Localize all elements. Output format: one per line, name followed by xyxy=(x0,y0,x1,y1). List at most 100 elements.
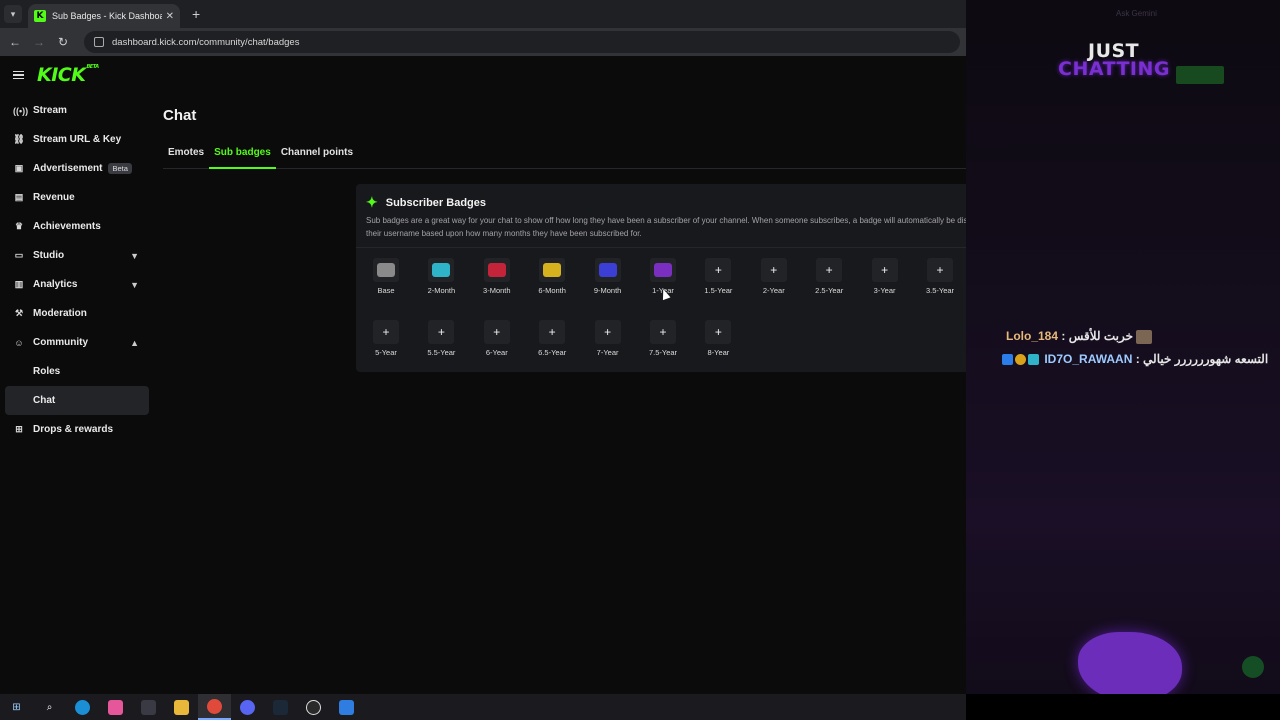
add-badge-icon: + xyxy=(428,320,455,344)
gift-icon: ⊞ xyxy=(15,424,23,434)
overlay-green-box xyxy=(1176,66,1224,84)
badge-slot[interactable]: +5-Year xyxy=(366,320,406,357)
sidebar-item-label: Community xyxy=(33,337,88,348)
site-info-icon[interactable] xyxy=(94,37,104,47)
sidebar-item-roles[interactable]: Roles xyxy=(5,357,149,386)
badge-slot[interactable]: Base xyxy=(366,258,406,295)
sidebar-item-stream[interactable]: ((•)) Stream xyxy=(5,96,149,125)
sidebar-item-label: Stream xyxy=(33,105,67,116)
badge-slot[interactable]: 2-Month xyxy=(421,258,461,295)
taskbar-store[interactable] xyxy=(132,694,165,720)
sidebar: ((•)) Stream ⛓ Stream URL & Key ▣ Advertise… xyxy=(5,96,149,444)
badge-slot[interactable]: 6-Month xyxy=(532,258,572,295)
forward-icon[interactable]: → xyxy=(30,35,48,49)
badge-slot[interactable]: 9-Month xyxy=(588,258,628,295)
reload-icon[interactable]: ↻ xyxy=(54,35,72,49)
sidebar-item-community[interactable]: ☺ Community ▲ xyxy=(5,328,149,357)
card-description: Sub badges are a great way for your chat… xyxy=(366,216,966,238)
chat-username: Lolo_184 xyxy=(1006,329,1059,343)
sidebar-item-achievements[interactable]: ♛ Achievements xyxy=(5,212,149,241)
taskbar-app[interactable] xyxy=(330,694,363,720)
chat-username: ID7O_RAWAAN xyxy=(1044,352,1133,366)
add-badge-icon: + xyxy=(871,258,898,282)
card-title-text: Subscriber Badges xyxy=(385,196,486,209)
badge-label: 3.5-Year xyxy=(925,286,955,295)
chevron-up-icon: ▲ xyxy=(130,337,139,348)
badge-slot[interactable]: +2-Year xyxy=(754,258,794,295)
tab-channel-points[interactable]: Channel points xyxy=(276,144,358,169)
taskbar-discord[interactable] xyxy=(231,694,264,720)
sidebar-item-analytics[interactable]: ▥ Analytics ▼ xyxy=(5,270,149,299)
badge-label: 6-Month xyxy=(538,286,566,295)
start-button[interactable]: ⊞ xyxy=(0,694,33,720)
sidebar-item-studio[interactable]: ▭ Studio ▼ xyxy=(5,241,149,270)
browser-tab[interactable]: K Sub Badges - Kick Dashboard ✕ xyxy=(28,4,180,28)
search-icon: ⌕ xyxy=(46,701,53,713)
sidebar-item-label: Studio xyxy=(33,250,65,261)
close-tab-icon[interactable]: ✕ xyxy=(166,11,174,22)
chat-tabs: Emotes Sub badges Channel points xyxy=(163,144,966,169)
chat-text: خربت للأقس xyxy=(1068,329,1134,343)
chat-message: Lolo_184 : خربت للأقس xyxy=(1006,329,1153,344)
stream-overlay: Ask Gemini JUST CHATTING Lolo_184 : خربت… xyxy=(966,0,1280,694)
edge-icon xyxy=(75,699,90,715)
badge-label: 1.5-Year xyxy=(704,286,733,295)
address-bar: ← → ↻ dashboard.kick.com/community/chat/… xyxy=(0,28,966,56)
taskbar-steam[interactable] xyxy=(264,694,297,720)
overlay-title-line2: CHATTING xyxy=(1058,58,1170,80)
badge-slot[interactable]: +8-Year xyxy=(698,320,738,357)
badge-slot[interactable]: +6.5-Year xyxy=(532,320,572,357)
tab-emotes[interactable]: Emotes xyxy=(163,144,209,169)
taskbar-obs[interactable] xyxy=(297,694,330,720)
sidebar-item-label: Revenue xyxy=(33,192,75,203)
tab-strip: ▾ K Sub Badges - Kick Dashboard ✕ + xyxy=(0,0,966,28)
badge-image xyxy=(428,258,455,282)
sidebar-item-moderation[interactable]: ⚒ Moderation xyxy=(5,299,149,328)
badge-slot[interactable]: +2.5-Year xyxy=(809,258,849,295)
taskbar-explorer[interactable] xyxy=(165,694,198,720)
badge-slot[interactable]: 3-Month xyxy=(477,258,517,295)
sidebar-item-stream-url-key[interactable]: ⛓ Stream URL & Key xyxy=(5,125,149,154)
store-icon xyxy=(141,699,156,715)
badge-slot[interactable]: +7-Year xyxy=(588,320,628,357)
sidebar-item-label: Advertisement xyxy=(33,163,103,174)
taskbar-chrome[interactable] xyxy=(198,694,231,720)
new-tab-icon[interactable]: + xyxy=(192,6,200,22)
sidebar-item-drops-rewards[interactable]: ⊞ Drops & rewards xyxy=(5,415,149,444)
screen: ▾ K Sub Badges - Kick Dashboard ✕ + ← → … xyxy=(0,0,1280,720)
badge-label: 9-Month xyxy=(593,286,622,295)
back-icon[interactable]: ← xyxy=(6,35,24,49)
sidebar-item-label: Drops & rewards xyxy=(33,424,114,435)
card-title: ✦ Subscriber Badges xyxy=(366,194,966,211)
sidebar-item-revenue[interactable]: ▤ Revenue xyxy=(5,183,149,212)
badge-label: 6.5-Year xyxy=(538,348,567,357)
taskbar-edge[interactable] xyxy=(66,694,99,720)
sidebar-item-label: Roles xyxy=(33,366,61,377)
sidebar-item-advertisement[interactable]: ▣ Advertisement Beta xyxy=(5,154,149,183)
taskbar-search[interactable]: ⌕ xyxy=(33,694,66,720)
app-icon xyxy=(339,699,354,715)
sidebar-item-label: Achievements xyxy=(33,221,101,232)
badge-slot[interactable]: +3-Year xyxy=(865,258,905,295)
folder-icon xyxy=(174,699,189,715)
copilot-icon xyxy=(108,699,123,715)
sidebar-item-chat[interactable]: Chat xyxy=(5,386,149,415)
megaphone-icon: ▣ xyxy=(14,163,24,173)
menu-icon[interactable] xyxy=(13,69,24,82)
badge-art xyxy=(543,263,562,277)
badge-slot[interactable]: +1.5-Year xyxy=(698,258,738,295)
badge-slot[interactable]: +6-Year xyxy=(477,320,517,357)
badge-label: 3-Year xyxy=(873,286,896,295)
url-field[interactable]: dashboard.kick.com/community/chat/badges xyxy=(84,31,960,53)
tab-search-icon[interactable]: ▾ xyxy=(4,5,22,23)
badge-slot[interactable]: +5.5-Year xyxy=(421,320,461,357)
kick-logo[interactable]: KICKBETA xyxy=(37,64,99,86)
badge-slot[interactable]: +3.5-Year xyxy=(920,258,960,295)
chrome-icon xyxy=(207,698,222,714)
users-icon: ☺ xyxy=(14,337,24,348)
url-text: dashboard.kick.com/community/chat/badges xyxy=(112,36,300,48)
tab-sub-badges[interactable]: Sub badges xyxy=(209,144,276,169)
taskbar-copilot[interactable] xyxy=(99,694,132,720)
badge-slot[interactable]: +7.5-Year xyxy=(643,320,683,357)
badge-label: 7-Year xyxy=(596,348,619,357)
